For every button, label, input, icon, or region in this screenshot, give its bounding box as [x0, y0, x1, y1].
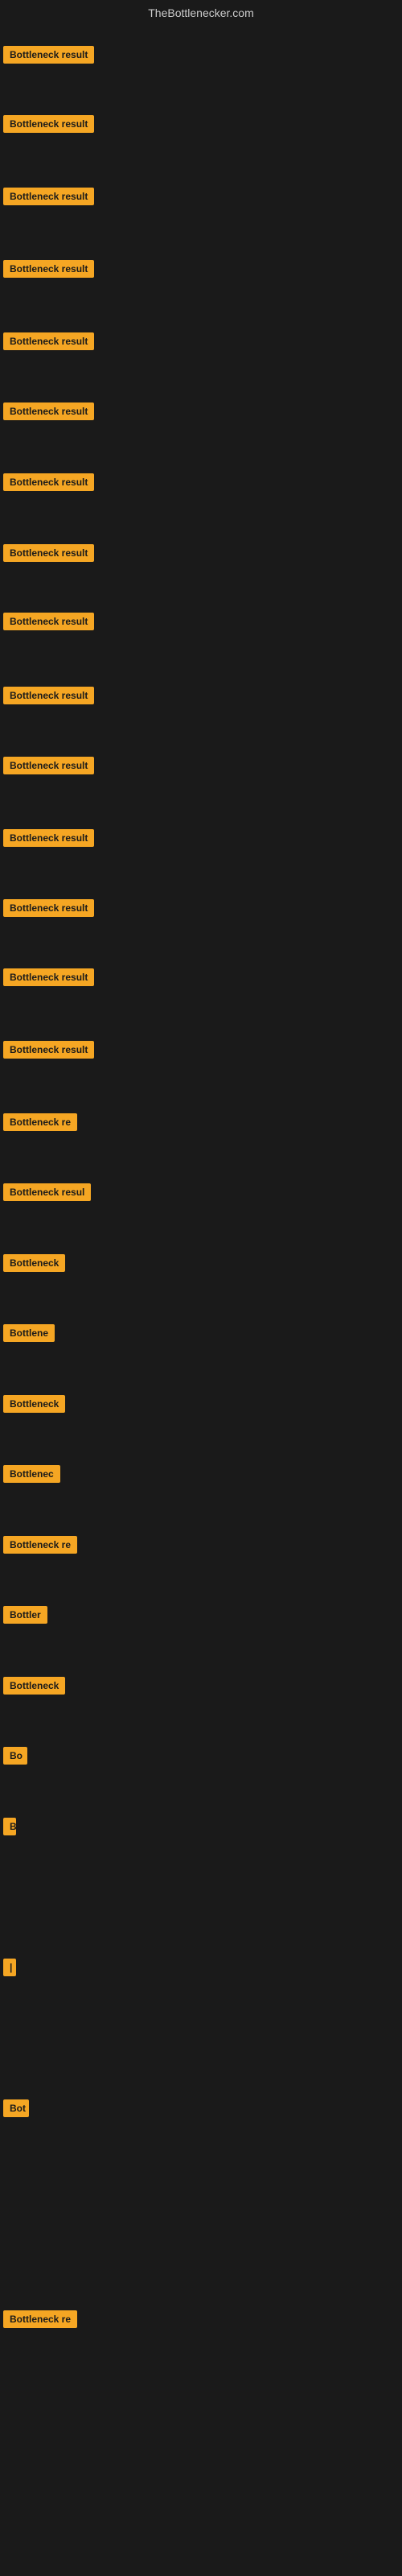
- result-row: Bottler: [3, 1606, 47, 1628]
- bottleneck-badge[interactable]: Bottleneck result: [3, 757, 94, 774]
- bottleneck-badge[interactable]: Bottleneck re: [3, 1536, 77, 1554]
- result-row: Bottleneck: [3, 1395, 65, 1417]
- result-row: Bottleneck result: [3, 544, 94, 566]
- result-row: |: [3, 1959, 16, 1980]
- result-row: Bottleneck resul: [3, 1183, 91, 1205]
- bottleneck-badge[interactable]: Bottleneck resul: [3, 1183, 91, 1201]
- result-row: Bot: [3, 2099, 29, 2121]
- bottleneck-badge[interactable]: Bottleneck: [3, 1254, 65, 1272]
- result-row: Bottleneck result: [3, 402, 94, 424]
- result-row: Bottleneck result: [3, 46, 94, 68]
- bottleneck-badge[interactable]: |: [3, 1959, 16, 1976]
- result-row: Bottleneck result: [3, 968, 94, 990]
- bottleneck-badge[interactable]: Bottler: [3, 1606, 47, 1624]
- bottleneck-badge[interactable]: Bottleneck result: [3, 899, 94, 917]
- result-row: Bottleneck result: [3, 473, 94, 495]
- bottleneck-badge[interactable]: Bottleneck result: [3, 829, 94, 847]
- bottleneck-badge[interactable]: Bottleneck result: [3, 968, 94, 986]
- result-row: Bottleneck result: [3, 1041, 94, 1063]
- result-row: Bottleneck: [3, 1254, 65, 1276]
- result-row: Bottleneck result: [3, 899, 94, 921]
- result-row: Bottlenec: [3, 1465, 60, 1487]
- result-row: Bottleneck result: [3, 188, 94, 209]
- bottleneck-badge[interactable]: Bottlene: [3, 1324, 55, 1342]
- result-row: Bottleneck result: [3, 613, 94, 634]
- site-title: TheBottlenecker.com: [0, 6, 402, 19]
- bottleneck-badge[interactable]: Bottleneck result: [3, 115, 94, 133]
- bottleneck-badge[interactable]: Bottleneck result: [3, 46, 94, 64]
- bottleneck-badge[interactable]: Bottleneck re: [3, 2310, 77, 2328]
- bottleneck-badge[interactable]: Bo: [3, 1747, 27, 1765]
- bottleneck-badge[interactable]: B: [3, 1818, 16, 1835]
- bottleneck-badge[interactable]: Bottlenec: [3, 1465, 60, 1483]
- bottleneck-badge[interactable]: Bottleneck: [3, 1677, 65, 1695]
- bottleneck-badge[interactable]: Bottleneck result: [3, 402, 94, 420]
- result-row: Bottleneck re: [3, 2310, 77, 2332]
- result-row: Bottleneck result: [3, 757, 94, 778]
- result-row: Bo: [3, 1747, 27, 1769]
- bottleneck-badge[interactable]: Bottleneck result: [3, 188, 94, 205]
- bottleneck-badge[interactable]: Bottleneck result: [3, 1041, 94, 1059]
- result-row: Bottlene: [3, 1324, 55, 1346]
- result-row: Bottleneck: [3, 1677, 65, 1699]
- bottleneck-badge[interactable]: Bot: [3, 2099, 29, 2117]
- result-row: Bottleneck result: [3, 115, 94, 137]
- bottleneck-badge[interactable]: Bottleneck result: [3, 687, 94, 704]
- bottleneck-badge[interactable]: Bottleneck result: [3, 473, 94, 491]
- bottleneck-badge[interactable]: Bottleneck: [3, 1395, 65, 1413]
- bottleneck-badge[interactable]: Bottleneck result: [3, 332, 94, 350]
- result-row: Bottleneck re: [3, 1536, 77, 1558]
- bottleneck-badge[interactable]: Bottleneck result: [3, 613, 94, 630]
- result-row: B: [3, 1818, 16, 1839]
- result-row: Bottleneck result: [3, 260, 94, 282]
- result-row: Bottleneck result: [3, 332, 94, 354]
- result-row: Bottleneck re: [3, 1113, 77, 1135]
- bottleneck-badge[interactable]: Bottleneck re: [3, 1113, 77, 1131]
- bottleneck-badge[interactable]: Bottleneck result: [3, 544, 94, 562]
- bottleneck-badge[interactable]: Bottleneck result: [3, 260, 94, 278]
- result-row: Bottleneck result: [3, 829, 94, 851]
- result-row: Bottleneck result: [3, 687, 94, 708]
